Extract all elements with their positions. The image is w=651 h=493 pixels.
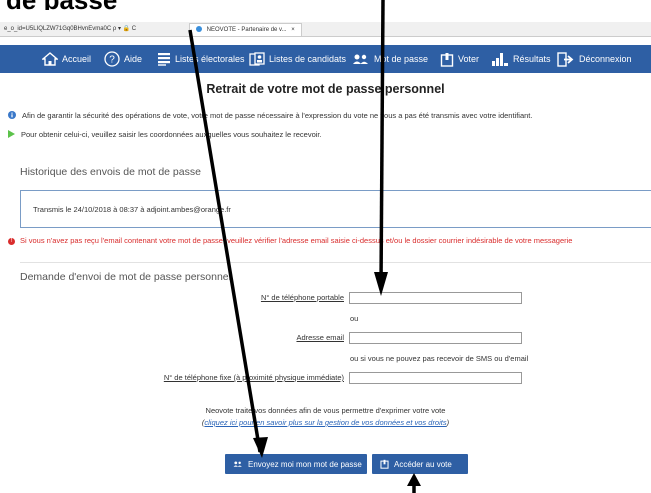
send-password-label: Envoyez moi mon mot de passe xyxy=(248,459,362,469)
main-navbar: Accueil ? Aide Listes électorales Listes… xyxy=(0,45,651,73)
browser-tab-bar: e_o_id=U5LIQLZW71Gq0BHvnEvma0C ρ ▾ 🔒 C N… xyxy=(0,22,651,37)
list-icon xyxy=(157,52,171,66)
info-line-instructions: Pour obtenir celui-ci, veuillez saisir l… xyxy=(8,130,322,140)
page-title: Retrait de votre mot de passe personnel xyxy=(206,82,445,96)
mobile-phone-input[interactable] xyxy=(349,292,522,304)
warning-text: Si vous n'avez pas reçu l'email contenan… xyxy=(20,236,573,245)
help-icon: ? xyxy=(104,51,120,67)
nav-label-resultats: Résultats xyxy=(513,54,551,64)
svg-text:?: ? xyxy=(109,55,115,66)
nav-label-voter: Voter xyxy=(458,54,480,64)
play-arrow-icon xyxy=(8,130,15,140)
info-text-security: Afin de garantir la sécurité des opérati… xyxy=(22,111,533,120)
info-line-security: Afin de garantir la sécurité des opérati… xyxy=(8,111,532,121)
nav-label-deconnexion: Déconnexion xyxy=(579,54,632,64)
email-input[interactable] xyxy=(349,332,522,344)
landline-label: N° de téléphone fixe (à proximité physiq… xyxy=(163,373,344,382)
nav-item-deconnexion[interactable]: Déconnexion xyxy=(557,45,632,73)
browser-tab-title: NEOVOTE - Partenaire de v... xyxy=(206,27,287,33)
privacy-link-line: (cliquez ici pour en savoir plus sur la … xyxy=(0,418,651,427)
results-icon xyxy=(491,52,509,66)
or-separator-1: ou xyxy=(350,314,359,323)
tab-close-icon[interactable]: × xyxy=(291,27,295,33)
nav-label-listes-electorales: Listes électorales xyxy=(175,54,245,64)
browser-tab[interactable]: NEOVOTE - Partenaire de v... × xyxy=(189,23,302,36)
vote-icon xyxy=(440,52,454,67)
mobile-label: N° de téléphone portable xyxy=(260,293,344,302)
annotation-arrow-to-access-button xyxy=(407,473,421,493)
section-divider xyxy=(20,262,651,263)
key-icon xyxy=(233,460,243,468)
nav-item-resultats[interactable]: Résultats xyxy=(491,45,551,73)
nav-label-accueil: Accueil xyxy=(62,54,92,64)
access-vote-label: Accéder au vote xyxy=(394,459,452,469)
browser-url[interactable]: e_o_id=U5LIQLZW71Gq0BHvnEvma0C ρ ▾ 🔒 C xyxy=(4,22,136,36)
send-password-button[interactable]: Envoyez moi mon mot de passe xyxy=(225,454,367,474)
logout-icon xyxy=(557,51,575,67)
landline-phone-input[interactable] xyxy=(349,372,522,384)
privacy-text: Neovote traite vos données afin de vous … xyxy=(205,406,446,415)
nav-item-aide[interactable]: ? Aide xyxy=(104,45,142,73)
history-entry: Transmis le 24/10/2018 à 08:37 à adjoint… xyxy=(33,205,231,214)
screenshot-caption: de passe xyxy=(0,0,651,10)
nav-label-aide: Aide xyxy=(124,54,143,64)
access-vote-button[interactable]: Accéder au vote xyxy=(372,454,468,474)
privacy-link[interactable]: cliquez ici pour en savoir plus sur la g… xyxy=(204,418,446,427)
nav-item-mot-de-passe[interactable]: Mot de passe xyxy=(352,45,428,73)
nav-label-listes-candidats: Listes de candidats xyxy=(269,54,347,64)
warning-message: ! Si vous n'avez pas reçu l'email contena… xyxy=(8,236,572,245)
favicon-icon xyxy=(196,26,202,33)
history-section-title: Historique des envois de mot de passe xyxy=(20,166,201,178)
alert-icon: ! xyxy=(8,237,15,245)
nav-item-listes-electorales[interactable]: Listes électorales xyxy=(157,45,245,73)
nav-item-voter[interactable]: Voter xyxy=(440,45,479,73)
candidates-icon xyxy=(249,52,265,66)
email-label: Adresse email xyxy=(296,333,344,342)
vote-icon xyxy=(380,459,389,469)
info-icon xyxy=(8,111,16,121)
nav-label-mot-de-passe: Mot de passe xyxy=(374,54,429,64)
nav-item-accueil[interactable]: Accueil xyxy=(42,45,91,73)
history-box: Transmis le 24/10/2018 à 08:37 à adjoint… xyxy=(20,190,651,228)
home-icon xyxy=(42,52,58,66)
form-section-title: Demande d'envoi de mot de passe personne… xyxy=(20,271,231,283)
key-icon xyxy=(352,53,370,65)
nav-item-listes-candidats[interactable]: Listes de candidats xyxy=(249,45,346,73)
or-separator-2: ou si vous ne pouvez pas recevoir de SMS… xyxy=(350,354,529,363)
privacy-link-close: ) xyxy=(446,418,450,427)
info-text-instructions: Pour obtenir celui-ci, veuillez saisir l… xyxy=(21,130,322,139)
